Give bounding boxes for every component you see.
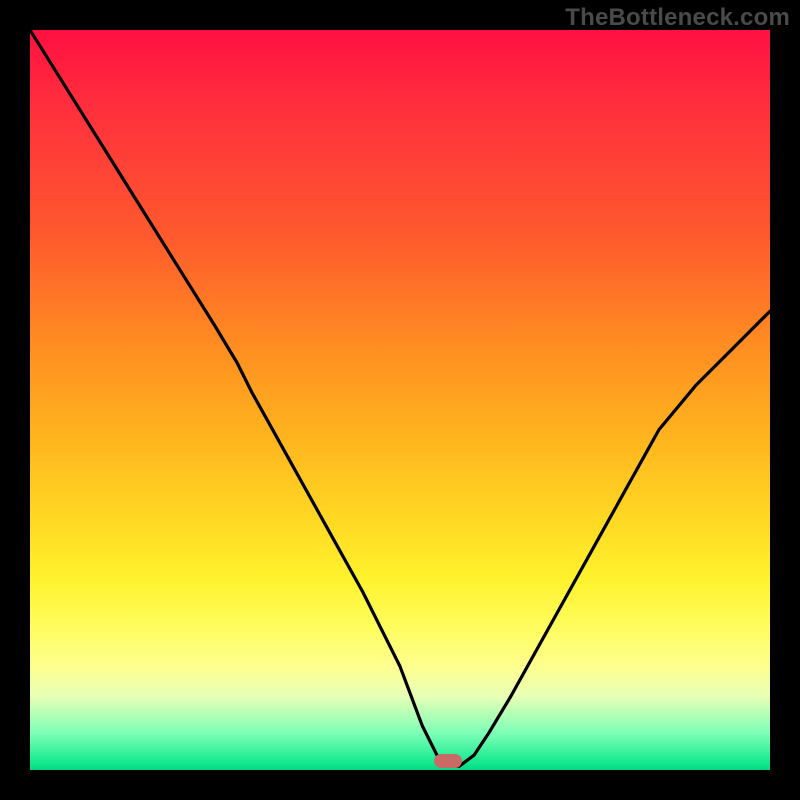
chart-root: TheBottleneck.com	[0, 0, 800, 800]
watermark-text: TheBottleneck.com	[565, 4, 790, 32]
optimal-point-marker	[434, 754, 462, 768]
plot-area	[30, 30, 770, 770]
heat-gradient-bg	[30, 30, 770, 770]
